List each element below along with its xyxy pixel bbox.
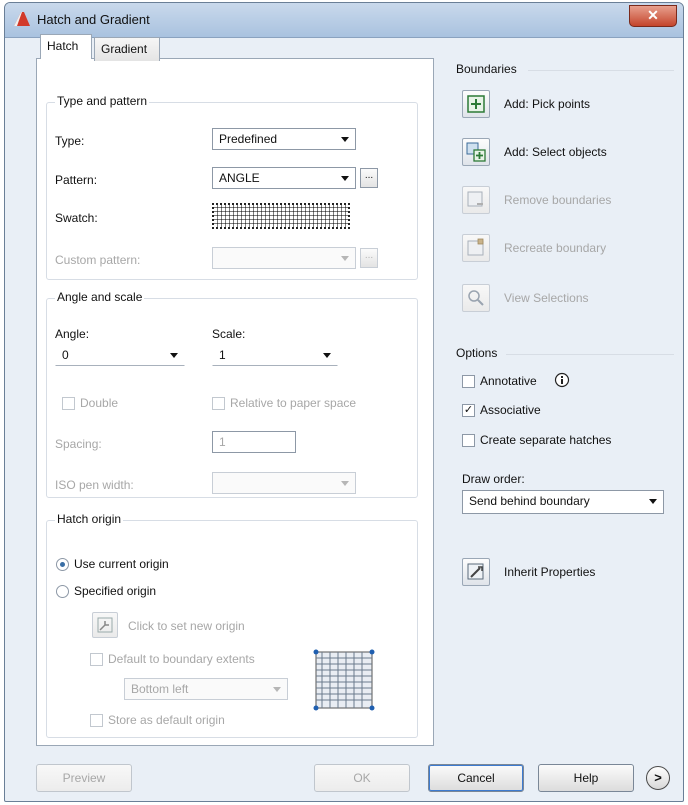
pattern-value: ANGLE xyxy=(219,171,260,185)
crosshair-origin-icon xyxy=(97,617,113,633)
swatch-label: Swatch: xyxy=(55,211,98,225)
chevron-down-icon xyxy=(273,687,281,692)
store-default-origin-checkbox[interactable] xyxy=(90,714,103,727)
store-default-origin-label: Store as default origin xyxy=(108,713,225,727)
associative-label: Associative xyxy=(480,403,541,417)
scale-label: Scale: xyxy=(212,327,246,341)
create-separate-hatches-label: Create separate hatches xyxy=(480,433,612,447)
hatch-origin-title: Hatch origin xyxy=(55,512,124,526)
title-bar[interactable]: Hatch and Gradient ✕ xyxy=(5,3,683,38)
select-objects-icon xyxy=(466,142,486,162)
cancel-button[interactable]: Cancel xyxy=(428,764,524,792)
scale-dropdown[interactable]: 1 xyxy=(212,344,338,366)
origin-position-value: Bottom left xyxy=(131,682,189,696)
add-pick-points-label: Add: Pick points xyxy=(504,97,591,111)
tab-hatch[interactable]: Hatch xyxy=(40,34,92,59)
recreate-boundary-icon xyxy=(467,238,484,256)
view-selections-label: View Selections xyxy=(504,291,589,305)
scale-value: 1 xyxy=(219,348,226,362)
type-dropdown[interactable]: Predefined xyxy=(212,128,356,150)
chevron-down-icon xyxy=(649,499,657,504)
inherit-properties-label: Inherit Properties xyxy=(504,565,596,579)
options-separator xyxy=(506,354,674,355)
help-button[interactable]: Help xyxy=(538,764,634,792)
set-origin-button[interactable] xyxy=(92,612,118,638)
view-selections-button[interactable] xyxy=(462,284,490,312)
default-boundary-extents-label: Default to boundary extents xyxy=(108,652,255,666)
boundaries-separator xyxy=(528,70,674,71)
info-icon[interactable] xyxy=(554,372,570,388)
window-title: Hatch and Gradient xyxy=(37,12,150,27)
custom-pattern-browse-button[interactable]: ... xyxy=(360,248,378,268)
relative-paper-space-checkbox[interactable] xyxy=(212,397,225,410)
pick-points-icon xyxy=(467,95,485,113)
tab-gradient-label: Gradient xyxy=(101,42,148,56)
specified-origin-radio[interactable] xyxy=(56,585,69,598)
chevron-down-icon xyxy=(323,353,331,358)
swatch-preview[interactable] xyxy=(212,203,350,229)
chevron-down-icon xyxy=(170,353,178,358)
draw-order-dropdown[interactable]: Send behind boundary xyxy=(462,490,664,514)
chevron-down-icon xyxy=(341,256,349,261)
angle-and-scale-title: Angle and scale xyxy=(55,290,145,304)
add-select-objects-button[interactable] xyxy=(462,138,490,166)
chevron-down-icon xyxy=(341,176,349,181)
spacing-value: 1 xyxy=(219,435,226,449)
specified-origin-label: Specified origin xyxy=(74,584,157,598)
double-checkbox[interactable] xyxy=(62,397,75,410)
recreate-boundary-button[interactable] xyxy=(462,234,490,262)
click-set-origin-label: Click to set new origin xyxy=(128,619,245,633)
close-icon[interactable]: ✕ xyxy=(629,5,677,27)
annotative-checkbox[interactable] xyxy=(462,375,475,388)
add-select-objects-label: Add: Select objects xyxy=(504,145,607,159)
add-pick-points-button[interactable] xyxy=(462,90,490,118)
custom-pattern-label: Custom pattern: xyxy=(55,253,141,267)
draw-order-value: Send behind boundary xyxy=(469,494,590,508)
inherit-properties-button[interactable] xyxy=(462,558,490,586)
use-current-origin-label: Use current origin xyxy=(74,557,169,571)
magnifier-icon xyxy=(468,290,484,306)
custom-pattern-dropdown[interactable] xyxy=(212,247,356,269)
use-current-origin-radio[interactable] xyxy=(56,558,69,571)
type-value: Predefined xyxy=(219,132,278,146)
spacing-label: Spacing: xyxy=(55,437,102,451)
default-boundary-extents-checkbox[interactable] xyxy=(90,653,103,666)
boundaries-title: Boundaries xyxy=(456,62,517,76)
remove-boundary-icon xyxy=(467,191,483,207)
angle-value: 0 xyxy=(62,348,69,362)
pattern-label: Pattern: xyxy=(55,173,98,187)
chevron-down-icon xyxy=(341,481,349,486)
type-label: Type: xyxy=(55,134,85,148)
remove-boundaries-button[interactable] xyxy=(462,186,490,214)
angle-dropdown[interactable]: 0 xyxy=(55,344,185,366)
spacing-input[interactable]: 1 xyxy=(212,431,296,453)
checkmark-icon: ✓ xyxy=(463,404,474,416)
annotative-label: Annotative xyxy=(480,374,537,388)
preview-button[interactable]: Preview xyxy=(36,764,132,792)
type-and-pattern-title: Type and pattern xyxy=(55,94,150,108)
remove-boundaries-label: Remove boundaries xyxy=(504,193,612,207)
draw-order-label: Draw order: xyxy=(462,472,525,486)
pattern-dropdown[interactable]: ANGLE xyxy=(212,167,356,189)
chevron-down-icon xyxy=(341,137,349,142)
recreate-boundary-label: Recreate boundary xyxy=(504,241,607,255)
inherit-properties-icon xyxy=(467,563,484,580)
tab-gradient[interactable]: Gradient xyxy=(94,37,160,61)
origin-preview-icon xyxy=(313,649,375,711)
iso-pen-width-dropdown[interactable] xyxy=(212,472,356,494)
pattern-browse-button[interactable]: ... xyxy=(360,168,378,188)
origin-position-dropdown[interactable]: Bottom left xyxy=(124,678,288,700)
angle-label: Angle: xyxy=(55,327,90,341)
create-separate-hatches-checkbox[interactable] xyxy=(462,434,475,447)
ok-button[interactable]: OK xyxy=(314,764,410,792)
associative-checkbox[interactable]: ✓ xyxy=(462,404,475,417)
relative-paper-space-label: Relative to paper space xyxy=(230,396,357,410)
autocad-app-icon xyxy=(14,12,30,26)
options-title: Options xyxy=(456,346,498,360)
iso-pen-width-label: ISO pen width: xyxy=(55,478,134,492)
tab-hatch-label: Hatch xyxy=(47,39,79,53)
more-options-arrow-icon[interactable]: > xyxy=(646,766,670,790)
double-label: Double xyxy=(80,396,119,410)
radio-selected-dot xyxy=(60,562,65,567)
